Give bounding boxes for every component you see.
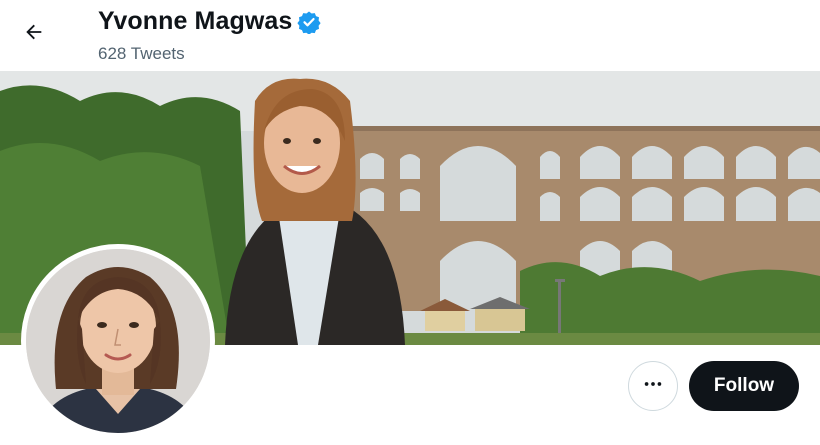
back-button[interactable] bbox=[14, 16, 54, 52]
verified-badge-icon bbox=[297, 10, 322, 34]
profile-header-bar: Yvonne Magwas 628 Tweets bbox=[0, 0, 820, 71]
profile-name-row: Yvonne Magwas bbox=[98, 7, 322, 36]
more-horizontal-icon bbox=[642, 373, 664, 400]
profile-display-name: Yvonne Magwas bbox=[98, 7, 293, 35]
follow-button[interactable]: Follow bbox=[689, 361, 799, 411]
profile-avatar[interactable] bbox=[21, 244, 215, 438]
more-options-button[interactable] bbox=[628, 361, 678, 411]
arrow-left-icon bbox=[23, 21, 45, 48]
tweet-count: 628 Tweets bbox=[98, 44, 185, 63]
